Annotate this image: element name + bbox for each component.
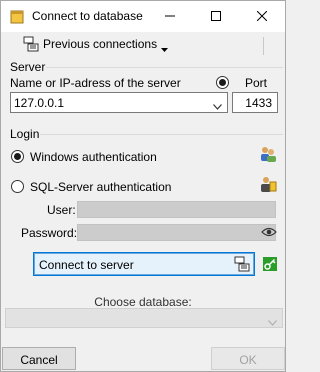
previous-connections-label: Previous connections (43, 37, 158, 51)
ok-button[interactable]: OK (211, 347, 285, 370)
port-value: 1433 (245, 96, 272, 110)
login-group-border (39, 134, 283, 135)
choose-database-label: Choose database: (94, 295, 192, 309)
minimize-icon (165, 15, 175, 17)
app-icon (9, 9, 25, 28)
password-label: Password: (21, 226, 78, 240)
cancel-button[interactable]: Cancel (2, 347, 76, 370)
previous-connections-button[interactable]: Previous connections (23, 35, 175, 55)
sql-auth-radio[interactable] (11, 180, 24, 193)
close-button[interactable] (239, 1, 285, 32)
connect-dialog: Connect to database Previous connections… (0, 0, 286, 372)
toolbar-separator (263, 37, 264, 55)
server-connect-icon (234, 256, 250, 275)
minimize-button[interactable] (147, 1, 193, 32)
port-label: Port (245, 76, 268, 90)
key-icon (264, 258, 276, 270)
chevron-down-icon (213, 99, 222, 113)
login-group-legend: Login (9, 127, 41, 141)
eye-icon[interactable] (261, 226, 277, 241)
sql-auth-label[interactable]: SQL-Server authentication (30, 180, 171, 194)
users-icon (259, 146, 277, 166)
chevron-down-icon (161, 41, 168, 55)
key-button[interactable] (263, 257, 277, 271)
windows-auth-label[interactable]: Windows authentication (30, 150, 157, 164)
window-title: Connect to database (32, 9, 143, 23)
maximize-button[interactable] (193, 1, 239, 32)
server-list-icon (23, 36, 39, 55)
user-label: User: (47, 203, 76, 217)
connect-label: Connect to server (39, 258, 134, 272)
server-name-label: Name or IP-adress of the server (10, 76, 181, 90)
server-group-border (45, 67, 283, 68)
server-name-value: 127.0.0.1 (14, 96, 65, 110)
title-bar: Connect to database (1, 1, 285, 32)
port-radio[interactable] (216, 76, 229, 89)
server-group-legend: Server (9, 60, 47, 74)
windows-auth-radio[interactable] (11, 150, 24, 163)
chevron-down-icon (268, 315, 277, 329)
password-input[interactable] (77, 224, 276, 241)
port-input[interactable]: 1433 (232, 92, 278, 113)
user-key-icon (259, 176, 277, 196)
ok-label: OK (239, 353, 257, 367)
user-input[interactable] (77, 201, 276, 218)
close-icon (257, 11, 267, 21)
maximize-icon (211, 11, 221, 21)
database-combobox[interactable] (5, 308, 283, 328)
connect-to-server-button[interactable]: Connect to server (33, 252, 255, 276)
cancel-label: Cancel (20, 353, 58, 367)
server-name-combobox[interactable]: 127.0.0.1 (10, 92, 228, 113)
